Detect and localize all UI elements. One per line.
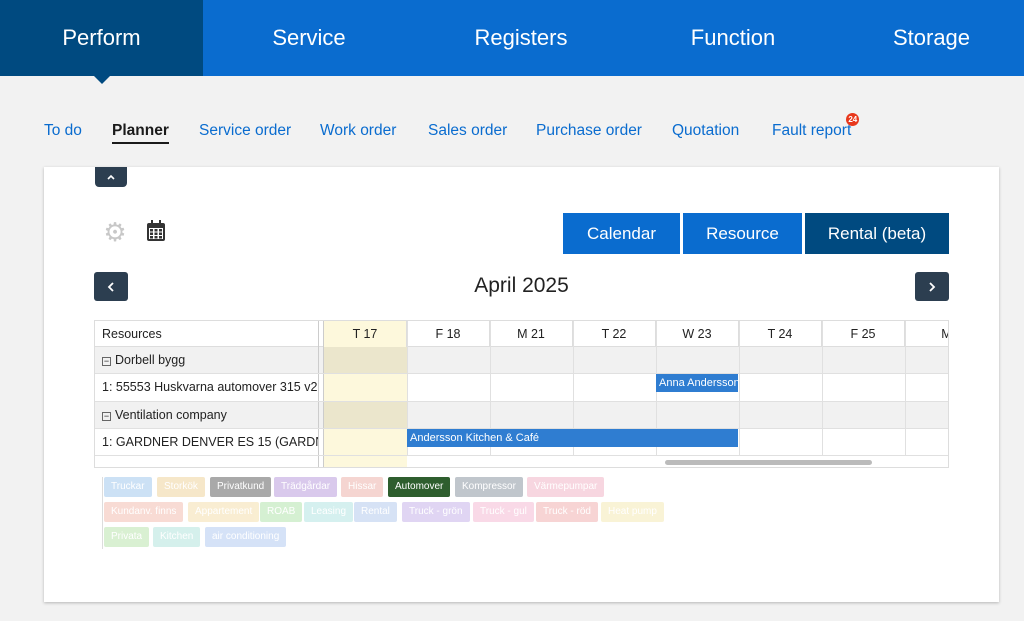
legend-tag[interactable]: Rental [354,502,397,522]
divider [95,455,948,456]
legend-tag[interactable]: Leasing [304,502,354,522]
collapse-icon[interactable]: − [102,357,111,366]
legend-tag[interactable]: Kundanv. finns [104,502,184,522]
group-label-text: Ventilation company [115,408,227,422]
legend-tag[interactable]: Truck - röd [536,502,598,522]
fault-report-label: Fault report [772,122,852,139]
rental-view-button[interactable]: Rental (beta) [805,213,949,254]
legend-tag[interactable]: Privata [104,527,150,547]
subtab-work-order[interactable]: Work order [320,122,396,140]
collapse-button[interactable] [95,167,127,187]
booking-event[interactable]: Andersson Kitchen & Café [407,429,738,447]
divider [822,321,823,455]
group-label[interactable]: − Dorbell bygg [95,347,318,373]
legend-tag[interactable]: ROAB [260,502,303,522]
group-label-text: Dorbell bygg [115,353,186,367]
legend-tag[interactable]: Storkök [157,477,205,497]
today-group-cell [324,347,407,373]
notification-badge: 24 [846,113,860,126]
month-title: April 2025 [474,274,569,297]
day-header: M [905,321,948,347]
divider [739,321,740,455]
subtab-quotation[interactable]: Quotation [672,122,739,140]
subtab-planner[interactable]: Planner [112,122,169,144]
subtab-sales-order[interactable]: Sales order [428,122,507,140]
legend-tag[interactable]: Heat pump [601,502,664,522]
subtab-todo[interactable]: To do [44,122,82,140]
tab-perform[interactable]: Perform [0,0,203,84]
sub-navigation: To do Planner Service order Work order S… [0,113,1024,152]
tab-storage[interactable]: Storage [839,0,1024,76]
today-group-cell [324,402,407,428]
legend-tag[interactable]: Hissar [341,477,384,497]
day-header: F 25 [822,321,905,347]
legend-tag[interactable]: Privatkund [210,477,272,497]
subtab-fault-report[interactable]: Fault report 24 [772,113,860,140]
top-navigation: Perform Service Registers Function Stora… [0,0,1024,84]
legend-tag[interactable]: Appartement [188,502,260,522]
legend-tag[interactable]: Automover [388,477,451,497]
day-header: T 17 [324,321,407,347]
planner-panel: ⚙ Calendar Resource Rental (beta) April … [44,167,999,602]
legend-tag[interactable]: Värmepumpar [527,477,605,497]
tab-registers[interactable]: Registers [415,0,627,76]
chevron-up-icon [107,174,115,180]
divider [323,321,324,467]
resource-label[interactable]: 1: 55553 Huskvarna automover 315 v2 ( [95,374,318,401]
day-header: W 23 [656,321,739,347]
legend-tag[interactable]: air conditioning [205,527,287,547]
booking-event[interactable]: Anna Andersson [656,374,738,392]
day-header: F 18 [407,321,490,347]
group-label[interactable]: − Ventilation company [95,402,318,428]
scheduler-grid: Resources T 17 F 18 M 21 T 22 W 23 T 24 … [94,320,949,468]
horizontal-scrollbar[interactable] [665,460,872,465]
subtab-service-order[interactable]: Service order [199,122,291,140]
chevron-right-icon [929,281,936,292]
legend-tag[interactable]: Trädgårdar [274,477,338,497]
day-header: T 22 [573,321,656,347]
day-header: M 21 [490,321,573,347]
gear-icon[interactable]: ⚙ [102,219,128,245]
legend-tag[interactable]: Kompressor [455,477,523,497]
legend-tag[interactable]: Kitchen [153,527,201,547]
calendar-icon[interactable] [146,220,166,247]
resources-header: Resources [102,327,162,341]
calendar-view-button[interactable]: Calendar [563,213,680,254]
tab-function[interactable]: Function [627,0,839,76]
resource-label[interactable]: 1: GARDNER DENVER ES 15 (GARDNER D [95,429,318,455]
legend-tag[interactable]: Truck - grön [402,502,470,522]
divider [318,321,319,467]
legend-tag[interactable]: Truck - gul [473,502,534,522]
day-header: T 24 [739,321,822,347]
divider [905,321,906,455]
next-month-button[interactable] [915,272,949,301]
tab-service[interactable]: Service [203,0,415,76]
legend-tag[interactable]: Truckar [104,477,152,497]
subtab-purchase-order[interactable]: Purchase order [536,122,642,140]
resource-view-button[interactable]: Resource [683,213,802,254]
legend-border [102,477,103,549]
collapse-icon[interactable]: − [102,412,111,421]
